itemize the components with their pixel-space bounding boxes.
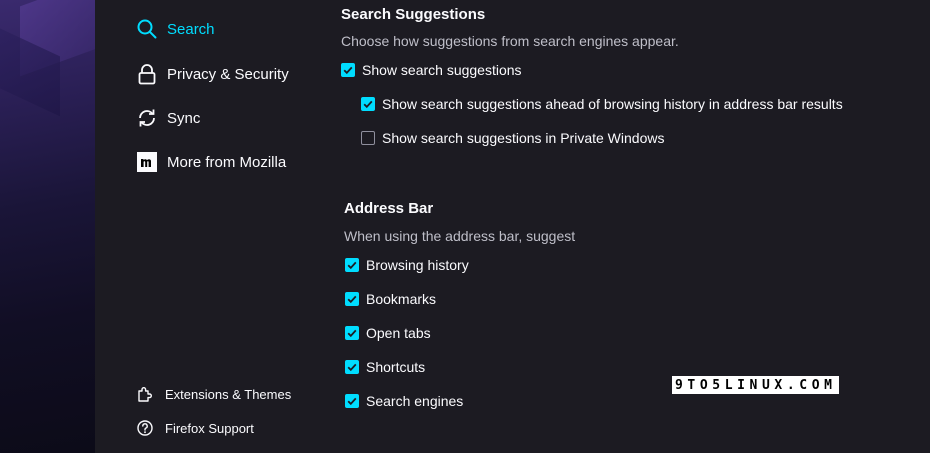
checkbox-label: Show search suggestions ahead of browsin… [382,96,843,112]
sync-icon [135,106,159,130]
checkbox-label: Open tabs [366,325,431,341]
sidebar-item-label: Sync [167,109,201,127]
sidebar-item-more-from-mozilla[interactable]: More from Mozilla [135,148,286,176]
checkbox-checked-icon[interactable] [341,63,355,77]
checkbox-label: Shortcuts [366,359,426,375]
settings-content: Search Suggestions Choose how suggestion… [327,0,930,453]
bookmarks-checkbox[interactable]: Bookmarks [345,289,436,309]
sidebar-item-search[interactable]: Search [135,15,215,43]
mozilla-icon [135,150,159,174]
puzzle-icon [135,384,155,404]
lock-icon [135,62,159,86]
sidebar-item-privacy[interactable]: Privacy & Security [135,60,289,88]
sidebar-item-label: Privacy & Security [167,65,289,83]
sidebar-item-label: More from Mozilla [167,153,287,171]
show-search-suggestions-checkbox[interactable]: Show search suggestions [341,60,522,80]
checkbox-checked-icon[interactable] [361,97,375,111]
checkbox-checked-icon[interactable] [345,292,359,306]
search-icon [135,17,159,41]
checkbox-label: Show search suggestions [362,62,522,78]
checkbox-label: Search engines [366,393,464,409]
address-bar-description: When using the address bar, suggest [344,228,576,244]
watermark-text: 9TO5LINUX.COM [672,376,839,394]
suggestions-private-windows-checkbox[interactable]: Show search suggestions in Private Windo… [361,128,664,148]
watermark: 9TO5LINUX.COM [672,376,839,394]
checkbox-label: Show search suggestions in Private Windo… [382,130,665,146]
desktop-wallpaper [0,0,95,453]
settings-sidebar: Search Privacy & Security Sync More from… [95,0,327,453]
search-suggestions-description: Choose how suggestions from search engin… [341,33,679,49]
browsing-history-checkbox[interactable]: Browsing history [345,255,469,275]
checkbox-checked-icon[interactable] [345,360,359,374]
open-tabs-checkbox[interactable]: Open tabs [345,323,431,343]
sidebar-item-label: Search [167,20,215,38]
checkbox-unchecked-icon[interactable] [361,131,375,145]
checkbox-label: Browsing history [366,257,469,273]
checkbox-checked-icon[interactable] [345,394,359,408]
search-engines-checkbox[interactable]: Search engines [345,391,463,411]
checkbox-checked-icon[interactable] [345,258,359,272]
suggestions-ahead-of-history-checkbox[interactable]: Show search suggestions ahead of browsin… [361,94,843,114]
sidebar-item-sync[interactable]: Sync [135,104,200,132]
shortcuts-checkbox[interactable]: Shortcuts [345,357,425,377]
extensions-themes-link[interactable]: Extensions & Themes [135,383,291,405]
extensions-themes-label: Extensions & Themes [165,386,292,402]
help-icon [135,418,155,438]
firefox-support-label: Firefox Support [165,420,254,436]
checkbox-checked-icon[interactable] [345,326,359,340]
firefox-support-link[interactable]: Firefox Support [135,417,254,439]
checkbox-label: Bookmarks [366,291,437,307]
address-bar-heading: Address Bar [344,200,434,217]
search-suggestions-heading: Search Suggestions [341,6,486,23]
